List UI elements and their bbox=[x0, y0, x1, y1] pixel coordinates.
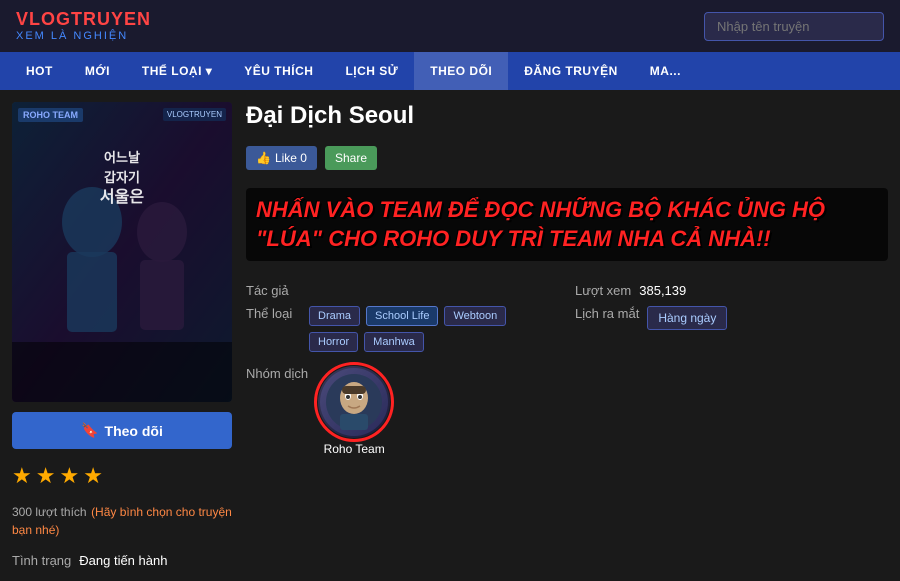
group-label: Nhóm dịch bbox=[246, 366, 308, 381]
star-2[interactable]: ★ bbox=[36, 463, 56, 489]
cover-image: ROHO TEAM VLOGTRUYEN bbox=[12, 102, 232, 402]
genre-row: Thể loại Drama School Life Webtoon Horro… bbox=[246, 306, 559, 352]
star-1[interactable]: ★ bbox=[12, 463, 32, 489]
nav-more[interactable]: MA... bbox=[634, 52, 697, 90]
logo-bottom: XEM LÀ NGHIỆN bbox=[16, 30, 151, 42]
group-label-row: Nhóm dịch bbox=[246, 366, 390, 456]
star-4[interactable]: ★ bbox=[83, 463, 103, 489]
nav-hot[interactable]: HOT bbox=[10, 52, 69, 90]
team-circle-border bbox=[314, 362, 394, 442]
info-table: Tác giả Lượt xem 385,139 Thể loại Drama … bbox=[246, 283, 888, 352]
nav-lichsu[interactable]: LỊCH SỬ bbox=[329, 52, 414, 90]
team-section: Nhóm dịch bbox=[246, 366, 888, 456]
manga-detail: Đại Dịch Seoul 👍 Like 0 Share NHẤN VÀO T… bbox=[246, 102, 888, 569]
like-label: Like 0 bbox=[275, 151, 307, 165]
logo: VLOGTRUYEN XEM LÀ NGHIỆN bbox=[16, 10, 151, 42]
like-button[interactable]: 👍 Like 0 bbox=[246, 146, 317, 170]
status-label: Tình trạng bbox=[12, 553, 71, 568]
views-row: Lượt xem 385,139 bbox=[575, 283, 888, 298]
team-name[interactable]: Roho Team bbox=[324, 442, 385, 456]
tag-manhwa[interactable]: Manhwa bbox=[364, 332, 424, 352]
status-value: Đang tiến hành bbox=[79, 553, 167, 568]
follow-button[interactable]: 🔖 Theo dõi bbox=[12, 412, 232, 449]
main-content: ROHO TEAM VLOGTRUYEN bbox=[0, 90, 900, 581]
author-label: Tác giả bbox=[246, 283, 301, 298]
tag-webtoon[interactable]: Webtoon bbox=[444, 306, 506, 326]
search-input[interactable] bbox=[704, 12, 884, 41]
logo-top[interactable]: VLOGTRUYEN bbox=[16, 10, 151, 30]
vlog-badge: VLOGTRUYEN bbox=[163, 108, 226, 121]
svg-text:어느날: 어느날 bbox=[104, 150, 140, 165]
status-row: Tình trạng Đang tiến hành bbox=[12, 553, 232, 568]
sidebar: ROHO TEAM VLOGTRUYEN bbox=[12, 102, 232, 569]
manga-title: Đại Dịch Seoul bbox=[246, 102, 888, 130]
tag-horror[interactable]: Horror bbox=[309, 332, 358, 352]
header: VLOGTRUYEN XEM LÀ NGHIỆN bbox=[0, 0, 900, 52]
schedule-label: Lịch ra mắt bbox=[575, 306, 639, 321]
author-row: Tác giả bbox=[246, 283, 559, 298]
promo-message: NHẤN VÀO TEAM ĐỂ ĐỌC NHỮNG BỘ KHÁC ỦNG H… bbox=[246, 188, 888, 261]
schedule-row: Lịch ra mắt Hàng ngày bbox=[575, 306, 888, 352]
team-avatar-container[interactable] bbox=[318, 366, 390, 438]
navigation: HOT MỚI THỂ LOẠI ▾ YÊU THÍCH LỊCH SỬ THE… bbox=[0, 52, 900, 90]
votes-count: 300 lượt thích (Hãy bình chọn cho truyện… bbox=[12, 503, 232, 539]
genre-tags: Drama School Life Webtoon Horror Manhwa bbox=[309, 306, 559, 352]
schedule-button[interactable]: Hàng ngày bbox=[647, 306, 727, 330]
cover-artwork: 어느날 갑자기 서울은 bbox=[12, 102, 232, 402]
genre-label: Thể loại bbox=[246, 306, 301, 321]
nav-dangtruyen[interactable]: ĐĂNG TRUYỆN bbox=[508, 52, 634, 90]
share-button[interactable]: Share bbox=[325, 146, 377, 170]
star-3[interactable]: ★ bbox=[59, 463, 79, 489]
logo-area: VLOGTRUYEN XEM LÀ NGHIỆN bbox=[16, 10, 151, 42]
svg-text:서울은: 서울은 bbox=[100, 188, 144, 206]
nav-theodoi[interactable]: THEO DÕI bbox=[414, 52, 508, 90]
nav-yeuthich[interactable]: YÊU THÍCH bbox=[228, 52, 329, 90]
promo-text: NHẤN VÀO TEAM ĐỂ ĐỌC NHỮNG BỘ KHÁC ỦNG H… bbox=[256, 196, 878, 253]
views-label: Lượt xem bbox=[575, 283, 631, 298]
nav-moi[interactable]: MỚI bbox=[69, 52, 126, 90]
bookmark-icon: 🔖 bbox=[81, 422, 98, 439]
tag-school[interactable]: School Life bbox=[366, 306, 438, 326]
rating-stars: ★ ★ ★ ★ bbox=[12, 459, 232, 493]
thumb-icon: 👍 bbox=[256, 151, 271, 165]
nav-theloai[interactable]: THỂ LOẠI ▾ bbox=[126, 52, 228, 90]
tag-drama[interactable]: Drama bbox=[309, 306, 360, 326]
svg-text:갑자기: 갑자기 bbox=[104, 170, 140, 185]
action-row: 👍 Like 0 Share bbox=[246, 146, 888, 170]
roho-badge: ROHO TEAM bbox=[18, 108, 83, 122]
team-block: Roho Team bbox=[318, 366, 390, 456]
follow-label: Theo dõi bbox=[105, 423, 163, 439]
views-value: 385,139 bbox=[639, 283, 686, 298]
